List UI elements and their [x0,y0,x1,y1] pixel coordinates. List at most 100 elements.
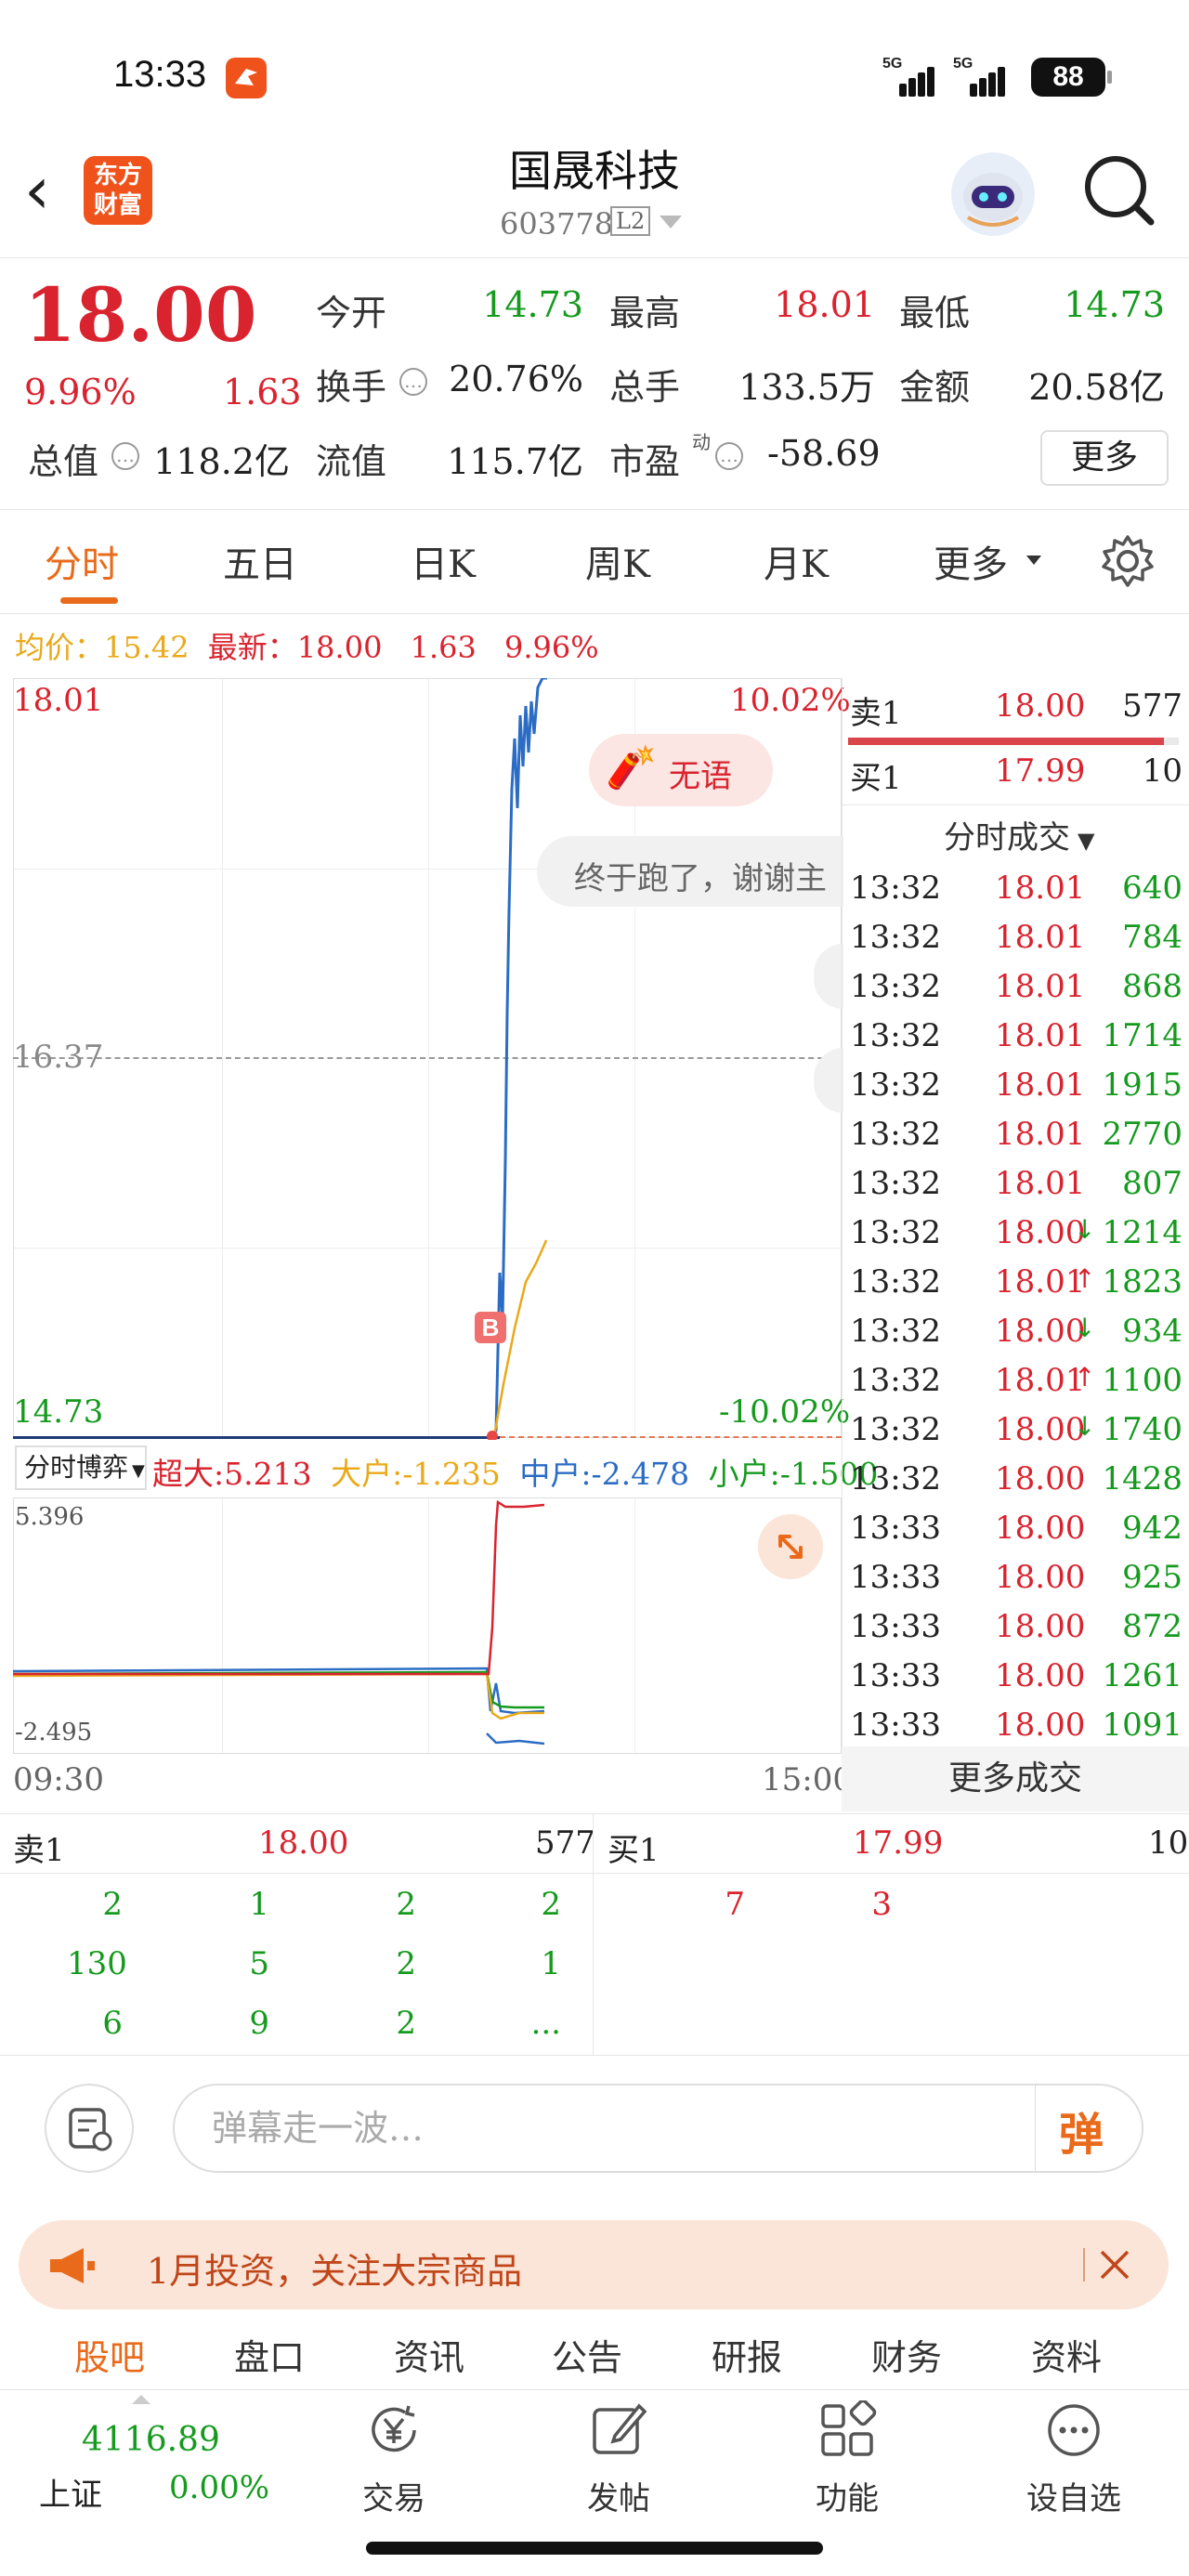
search-icon[interactable] [1082,153,1156,228]
tick-time: 13:32 [850,1116,941,1153]
comment-bubble[interactable]: 终于跑了，谢谢主 [537,836,843,907]
tab-daily-k[interactable]: 日K [411,534,476,588]
tick-volume: 1261 [1102,1657,1182,1694]
buy1-row: 买1 17.99 10 [850,752,1182,797]
y-axis-bottom: 14.73 [13,1393,104,1431]
time-end: 15:00 [762,1761,853,1798]
firecracker-icon: 🧨 [606,744,657,791]
tick-price: 18.00 [995,1214,1086,1251]
tick-volume: 925 [1122,1559,1182,1596]
index-value[interactable]: 4116.89 [82,2421,220,2459]
tick-time: 13:32 [850,968,941,1005]
info-icon[interactable]: … [399,368,427,396]
tick-time: 13:32 [850,1313,941,1350]
battery-level: 88 [1052,61,1084,92]
tick-volume: 1740 [1102,1411,1182,1448]
amount-label: 金额 [899,367,971,408]
subnav-profile[interactable]: 资料 [1031,2329,1102,2380]
pe-dynamic-mark: 动 [692,431,711,453]
queue-sell-cell: 2 [396,1886,416,1923]
nav-trade[interactable]: 交易 [346,2397,438,2527]
high-label: 最高 [609,293,681,333]
tick-volume: 868 [1122,968,1182,1005]
reaction-bubble[interactable]: 🧨 无语 [589,734,773,806]
avg-price-label: 均价： [15,630,105,665]
tick-row: 13:32 18.01 ↑ 1100 [848,1362,1182,1411]
close-icon[interactable] [1098,2248,1131,2282]
time-start: 09:30 [13,1761,104,1798]
promo-banner[interactable]: 1月投资，关注大宗商品 [19,2220,1169,2309]
pct-axis-bottom: -10.02% [719,1393,851,1431]
subnav-news[interactable]: 资讯 [394,2329,464,2380]
sub-chart-selector[interactable]: 分时博弈 ▼ [15,1445,147,1490]
robot-assistant-icon[interactable] [951,152,1035,236]
sell-ratio-fill [848,738,1164,745]
tick-volume: 1214 [1102,1214,1182,1251]
tick-time: 13:32 [850,1165,941,1202]
expand-icon[interactable] [758,1514,823,1579]
home-indicator [366,2542,823,2555]
index-name[interactable]: 上证 [39,2469,102,2515]
tick-volume: 1091 [1102,1706,1182,1744]
danmu-input[interactable]: 弹幕走一波… [173,2084,1143,2173]
tab-more[interactable]: 更多 [934,534,1008,588]
more-ticks-button[interactable]: 更多成交 [842,1746,1189,1811]
tick-direction-icon: ↓ [1074,1313,1096,1343]
tick-direction-icon: ↑ [1074,1362,1096,1393]
tab-weekly-k[interactable]: 周K [585,534,650,588]
tab-monthly-k[interactable]: 月K [764,534,829,588]
level-badge[interactable]: L2 [610,206,651,236]
danmu-send-button[interactable]: 弹 [1059,2098,1104,2163]
tick-volume: 784 [1122,919,1182,956]
high-value: 18.01 [774,284,875,325]
nav-post[interactable]: 发帖 [572,2397,665,2527]
more-icon [1048,2404,1100,2456]
tick-time: 13:32 [850,870,941,907]
chevron-down-icon[interactable] [1026,556,1041,565]
tick-time: 13:33 [850,1608,941,1645]
edit-icon [593,2403,647,2454]
expand-caret[interactable] [132,2395,150,2404]
tick-row: 13:33 18.00 1261 [848,1657,1182,1706]
subnav-finance[interactable]: 财务 [871,2329,942,2380]
queue-sell-cell: 2 [102,1886,123,1923]
tick-price: 18.01 [995,870,1086,907]
low-label: 最低 [899,293,971,333]
dropdown-icon[interactable] [660,216,682,229]
tick-volume: 942 [1122,1510,1182,1547]
subnav-notice[interactable]: 公告 [552,2329,622,2380]
index-pct[interactable]: 0.00% [169,2469,269,2506]
tick-row: 13:32 18.01 784 [848,919,1182,968]
tick-price: 18.00 [995,1313,1086,1350]
gear-icon[interactable] [1098,531,1157,591]
queue-buy-vol: 10 [1148,1824,1189,1862]
tab-intraday[interactable]: 分时 [45,534,119,588]
megaphone-icon [50,2248,95,2283]
info-icon[interactable]: … [715,442,743,470]
tick-row: 13:32 18.01 1915 [848,1066,1182,1116]
danmu-settings-icon[interactable] [45,2084,134,2173]
turnover-value: 20.76% [449,359,583,399]
ticks-title[interactable]: 分时成交 ▼ [944,812,1094,857]
info-icon[interactable]: … [111,442,139,470]
subnav-research[interactable]: 研报 [712,2329,782,2380]
y-axis-mid: 16.37 [13,1039,104,1076]
latest-value: 18.00 [296,630,383,665]
tab-five-day[interactable]: 五日 [223,534,297,588]
nav-functions[interactable]: 功能 [801,2397,894,2527]
subnav-pankou[interactable]: 盘口 [234,2329,305,2380]
nav-add-watchlist[interactable]: 设自选 [1018,2397,1130,2527]
tick-price: 18.01 [995,968,1086,1005]
volume-value: 133.5万 [738,367,875,408]
queue-sell-cell: 130 [67,1945,127,1982]
divider [842,678,843,1811]
tick-time: 13:33 [850,1657,941,1694]
buy-marker[interactable]: B [475,1312,506,1343]
tick-row: 13:33 18.00 942 [848,1510,1182,1559]
more-quote-button[interactable]: 更多 [1040,430,1169,486]
queue-sell-cell: 2 [541,1886,561,1923]
tick-price: 18.01 [995,1263,1086,1301]
tick-volume: 2770 [1102,1116,1182,1153]
subnav-guba[interactable]: 股吧 [74,2329,145,2380]
grid-icon [821,2400,877,2456]
